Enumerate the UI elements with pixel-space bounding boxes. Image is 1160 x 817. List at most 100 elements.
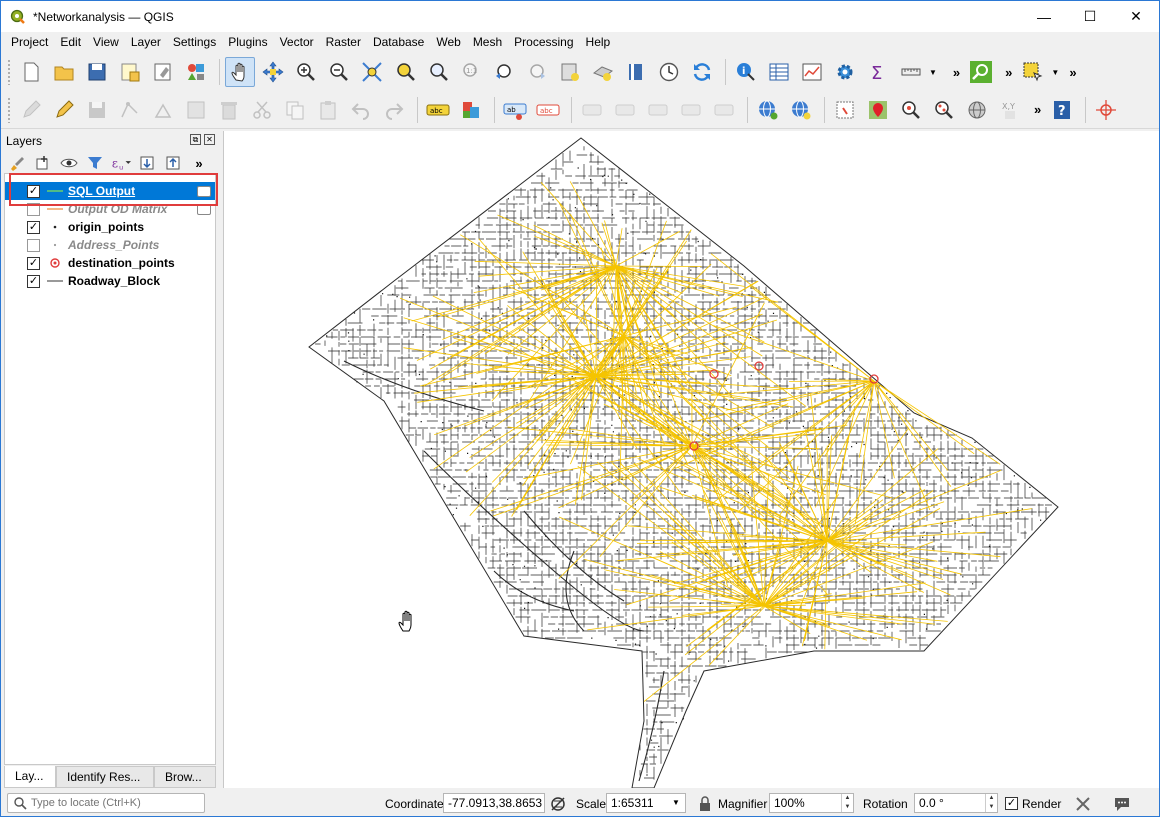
layer-row[interactable]: ✓ origin_points bbox=[5, 218, 215, 236]
messages-x-icon[interactable] bbox=[1075, 796, 1091, 812]
zoom-out-button[interactable] bbox=[324, 57, 354, 87]
crosshair-button[interactable] bbox=[1091, 95, 1121, 125]
menu-project[interactable]: Project bbox=[5, 32, 54, 52]
change-label-button[interactable] bbox=[709, 95, 739, 125]
quickmapservices-button[interactable] bbox=[863, 95, 893, 125]
edits-button[interactable] bbox=[16, 95, 46, 125]
style-manager-button[interactable] bbox=[181, 57, 211, 87]
copy-features-button[interactable] bbox=[280, 95, 310, 125]
diagram-options-button[interactable] bbox=[456, 95, 486, 125]
redo-button[interactable] bbox=[379, 95, 409, 125]
layer-visibility-checkbox[interactable] bbox=[27, 238, 40, 252]
scale-field[interactable]: 1:65311 ▼ bbox=[606, 793, 686, 813]
select-dropdown-icon[interactable]: ▼ bbox=[1051, 68, 1059, 77]
add-wfs-layer-button[interactable] bbox=[786, 95, 816, 125]
maximize-button[interactable]: ☐ bbox=[1067, 1, 1113, 32]
georeferencer-button[interactable] bbox=[830, 95, 860, 125]
menu-vector[interactable]: Vector bbox=[274, 32, 320, 52]
network-search-button[interactable] bbox=[929, 95, 959, 125]
toolbox-button[interactable] bbox=[830, 57, 860, 87]
toolbar-grip[interactable] bbox=[7, 59, 12, 85]
float-panel-icon[interactable]: ⧉ bbox=[190, 134, 201, 145]
scale-dropdown-icon[interactable]: ▼ bbox=[667, 794, 685, 812]
layer-labeling-button[interactable]: ab bbox=[500, 95, 530, 125]
lock-icon[interactable] bbox=[698, 796, 712, 812]
coordinate-field[interactable]: -77.0913,38.8653 bbox=[443, 793, 545, 813]
rotate-label-button[interactable] bbox=[676, 95, 706, 125]
zoom-to-selection-button[interactable] bbox=[390, 57, 420, 87]
zoom-last-button[interactable] bbox=[489, 57, 519, 87]
panel-tab[interactable]: Identify Res... bbox=[56, 766, 154, 788]
layer-visibility-checkbox[interactable]: ✓ bbox=[27, 220, 40, 234]
menu-web[interactable]: Web bbox=[430, 32, 466, 52]
magnifier-spinner-icon[interactable]: ▲ ▼ bbox=[841, 794, 853, 812]
statistics-button[interactable] bbox=[797, 57, 827, 87]
magnifier-field[interactable]: 100% ▲ ▼ bbox=[769, 793, 854, 813]
new-bookmark-button[interactable] bbox=[555, 57, 585, 87]
toggle-editing-button[interactable] bbox=[49, 95, 79, 125]
save-edits-button[interactable] bbox=[82, 95, 112, 125]
menu-processing[interactable]: Processing bbox=[508, 32, 579, 52]
pan-to-selection-button[interactable] bbox=[258, 57, 288, 87]
identify-features-button[interactable]: i bbox=[731, 57, 761, 87]
layer-row[interactable]: Address_Points bbox=[5, 236, 215, 254]
map-canvas[interactable] bbox=[223, 131, 1159, 788]
menu-database[interactable]: Database bbox=[367, 32, 430, 52]
rotation-spinner-icon[interactable]: ▲ ▼ bbox=[985, 794, 997, 812]
collapse-all-button[interactable] bbox=[163, 154, 183, 172]
panel-tab[interactable]: Brow... bbox=[154, 766, 216, 788]
open-project-button[interactable] bbox=[49, 57, 79, 87]
zoom-next-button[interactable] bbox=[522, 57, 552, 87]
show-hide-labels-button[interactable] bbox=[610, 95, 640, 125]
menu-mesh[interactable]: Mesh bbox=[467, 32, 508, 52]
statistical-summary-button[interactable]: Σ bbox=[863, 57, 893, 87]
render-checkbox[interactable]: ✓ bbox=[1005, 797, 1018, 810]
temporal-controller-button[interactable] bbox=[654, 57, 684, 87]
expand-all-button[interactable] bbox=[137, 154, 157, 172]
measure-button[interactable] bbox=[896, 57, 926, 87]
unplaced-labels-button[interactable]: abc bbox=[533, 95, 563, 125]
zoom-to-layer-button[interactable] bbox=[423, 57, 453, 87]
select-features-button[interactable] bbox=[1018, 57, 1048, 87]
layers-more-icon[interactable]: » bbox=[189, 154, 209, 172]
pin-labels-button[interactable] bbox=[577, 95, 607, 125]
locator-search-button[interactable] bbox=[966, 57, 996, 87]
web-globe-button[interactable] bbox=[962, 95, 992, 125]
save-project-button[interactable] bbox=[82, 57, 112, 87]
vertex-tool-button[interactable] bbox=[148, 95, 178, 125]
zoom-full-button[interactable] bbox=[357, 57, 387, 87]
menu-layer[interactable]: Layer bbox=[125, 32, 167, 52]
more-tools-icon-2[interactable]: » bbox=[1005, 65, 1012, 80]
manage-visibility-button[interactable] bbox=[59, 154, 79, 172]
menu-plugins[interactable]: Plugins bbox=[222, 32, 273, 52]
zoom-native-button[interactable]: 1:1 bbox=[456, 57, 486, 87]
rotation-field[interactable]: 0.0 ° ▲ ▼ bbox=[914, 793, 998, 813]
more-tools-icon-3[interactable]: » bbox=[1069, 65, 1076, 80]
undo-button[interactable] bbox=[346, 95, 376, 125]
style-layer-button[interactable] bbox=[7, 154, 27, 172]
menu-help[interactable]: Help bbox=[580, 32, 617, 52]
digitize-button[interactable] bbox=[115, 95, 145, 125]
help-button[interactable]: ? bbox=[1047, 95, 1077, 125]
more-tools-icon-4[interactable]: » bbox=[1034, 102, 1041, 117]
log-messages-icon[interactable] bbox=[1113, 796, 1131, 812]
more-tools-icon[interactable]: » bbox=[953, 65, 960, 80]
add-wms-layer-button[interactable] bbox=[753, 95, 783, 125]
locator-input[interactable] bbox=[31, 797, 201, 809]
menu-settings[interactable]: Settings bbox=[167, 32, 222, 52]
spatial-bookmark-button[interactable] bbox=[621, 57, 651, 87]
close-button[interactable]: ✕ bbox=[1113, 1, 1159, 32]
close-panel-icon[interactable]: ✕ bbox=[204, 134, 215, 145]
zoom-in-button[interactable] bbox=[291, 57, 321, 87]
menu-edit[interactable]: Edit bbox=[54, 32, 87, 52]
delete-selected-button[interactable] bbox=[214, 95, 244, 125]
zoom-search-button[interactable] bbox=[896, 95, 926, 125]
layer-row[interactable]: ✓ Roadway_Block bbox=[5, 272, 215, 290]
move-label-button[interactable] bbox=[643, 95, 673, 125]
pan-map-button[interactable] bbox=[225, 57, 255, 87]
menu-view[interactable]: View bbox=[87, 32, 125, 52]
layer-row[interactable]: ✓ destination_points bbox=[5, 254, 215, 272]
refresh-button[interactable] bbox=[687, 57, 717, 87]
layer-visibility-checkbox[interactable]: ✓ bbox=[27, 256, 40, 270]
modify-attributes-button[interactable] bbox=[181, 95, 211, 125]
